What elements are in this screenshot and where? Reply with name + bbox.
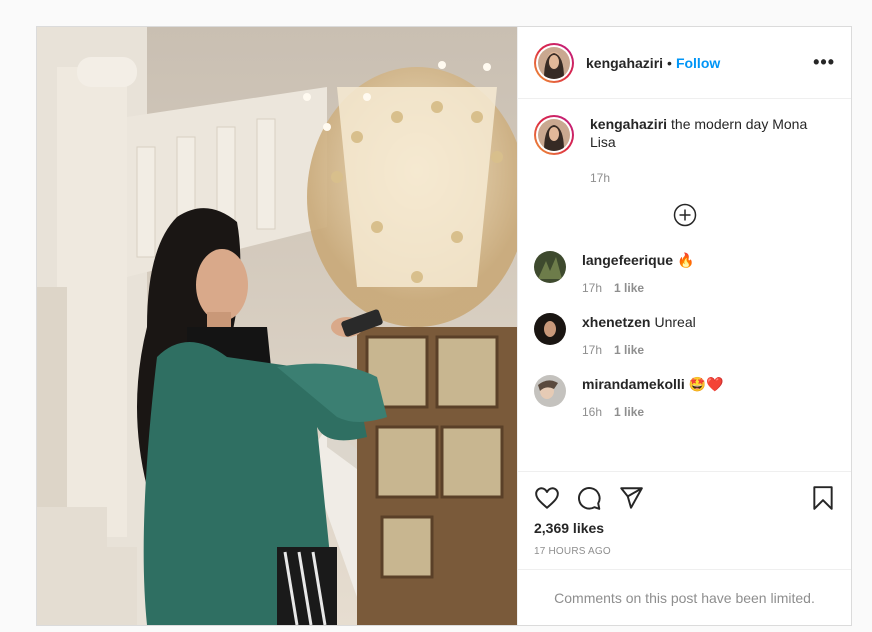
share-icon[interactable]: [618, 485, 644, 511]
comment-username[interactable]: xhenetzen: [582, 314, 650, 330]
post-header: kengahaziri • Follow •••: [518, 27, 851, 99]
comment-text: Unreal: [654, 314, 696, 330]
comment-row: mirandamekolli 🤩❤️ 16h 1 like: [534, 375, 835, 421]
comment-time[interactable]: 17h: [582, 343, 602, 357]
bookmark-icon[interactable]: [811, 485, 835, 511]
author-avatar: [538, 46, 570, 79]
comment-row: langefeerique 🔥 17h 1 like: [534, 251, 835, 297]
comment-likes[interactable]: 1 like: [614, 281, 644, 295]
post-sidebar: kengahaziri • Follow ••• kengahaziri the …: [517, 27, 851, 625]
caption-avatar: [538, 119, 570, 151]
comment-text: 🔥: [677, 252, 695, 268]
caption-avatar-ring[interactable]: [534, 115, 574, 155]
comment-likes[interactable]: 1 like: [614, 405, 644, 419]
comment-text: 🤩❤️: [688, 376, 724, 392]
commenter-avatar[interactable]: [534, 375, 566, 407]
post-container: kengahaziri • Follow ••• kengahaziri the …: [36, 26, 852, 626]
comments-section[interactable]: kengahaziri the modern day Mona Lisa 17h …: [518, 99, 851, 471]
caption-username[interactable]: kengahaziri: [590, 116, 667, 132]
commenter-avatar[interactable]: [534, 251, 566, 283]
caption-row: kengahaziri the modern day Mona Lisa 17h: [534, 115, 835, 187]
action-bar: 2,369 likes 17 HOURS AGO: [518, 471, 851, 569]
comment-time[interactable]: 17h: [582, 281, 602, 295]
comments-limited-notice: Comments on this post have been limited.: [518, 569, 851, 625]
post-image: [37, 27, 517, 625]
comment-icon[interactable]: [576, 485, 602, 511]
caption-time[interactable]: 17h: [590, 171, 610, 185]
comment-username[interactable]: mirandamekolli: [582, 376, 685, 392]
commenter-avatar[interactable]: [534, 313, 566, 345]
like-count[interactable]: 2,369 likes: [534, 520, 835, 536]
author-avatar-ring[interactable]: [534, 42, 574, 83]
heart-icon[interactable]: [534, 485, 560, 511]
load-more-comments[interactable]: [534, 203, 835, 227]
separator-dot: •: [667, 54, 672, 71]
comment-username[interactable]: langefeerique: [582, 252, 673, 268]
post-photo[interactable]: [37, 27, 517, 625]
comment-row: xhenetzen Unreal 17h 1 like: [534, 313, 835, 359]
follow-button[interactable]: Follow: [676, 55, 720, 71]
comment-time[interactable]: 16h: [582, 405, 602, 419]
author-username[interactable]: kengahaziri: [586, 55, 663, 71]
plus-circle-icon[interactable]: [673, 203, 697, 227]
post-timestamp: 17 HOURS AGO: [534, 546, 611, 557]
more-options-icon[interactable]: •••: [813, 52, 835, 73]
comment-likes[interactable]: 1 like: [614, 343, 644, 357]
